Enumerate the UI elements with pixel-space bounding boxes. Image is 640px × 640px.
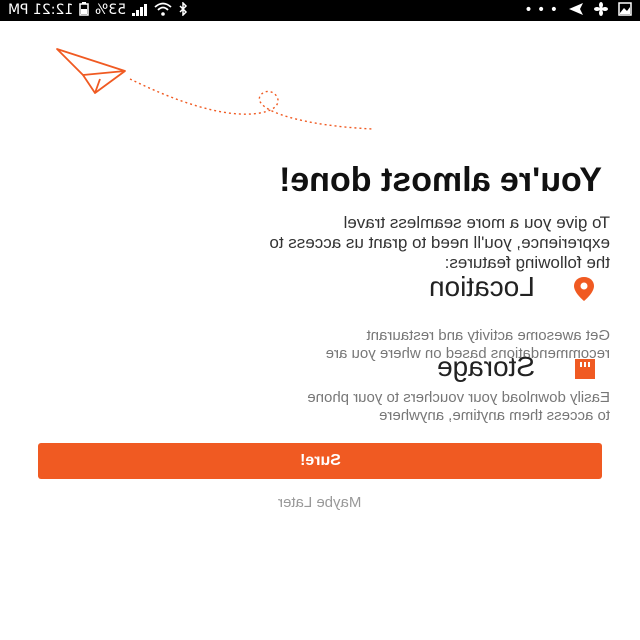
intro-line: the following features: [444, 253, 610, 272]
paper-plane-illustration [56, 48, 374, 130]
signal-icon [132, 2, 148, 19]
battery-icon [79, 2, 90, 19]
maybe-later-link[interactable]: Maybe Later [0, 494, 640, 511]
feature-desc-line: to access them anytime, anywhere [379, 407, 610, 424]
location-pin-icon [570, 275, 598, 303]
intro-line: exprerience, you'll need to grant us acc… [269, 233, 610, 252]
sure-button-label: Sure! [299, 452, 341, 469]
flight-path [129, 78, 374, 130]
permission-screen: You're almost done! To give you a more s… [0, 21, 640, 640]
wifi-icon [154, 2, 173, 19]
fan-icon [594, 2, 608, 19]
feature-desc-line: Get awesome activity and restaurant [366, 327, 610, 344]
status-bar: 12:21 PM 53% • • • [0, 0, 640, 21]
send-icon [568, 2, 584, 19]
status-bar-left: 12:21 PM 53% [8, 1, 188, 19]
maybe-later-label: Maybe Later [278, 494, 362, 511]
intro-text: To give you a more seamless travel expre… [50, 213, 610, 273]
feature-storage-desc: Easily download your vouchers to your ph… [50, 389, 610, 425]
image-icon [618, 2, 632, 19]
paper-plane-icon [56, 48, 126, 94]
sd-card-icon [572, 357, 598, 381]
status-bar-right: • • • [524, 2, 632, 19]
battery-percent: 53% [95, 2, 127, 18]
page-title: You're almost done! [279, 161, 602, 199]
intro-line: To give you a more seamless travel [343, 213, 610, 232]
feature-location-title: Location [429, 271, 535, 302]
feature-desc-line: Easily download your vouchers to your ph… [307, 389, 610, 406]
sure-button[interactable]: Sure! [38, 443, 602, 479]
bluetooth-icon [178, 1, 188, 19]
overflow-dots: • • • [524, 2, 558, 18]
status-time: 12:21 PM [8, 2, 74, 18]
feature-storage-title: Storage [436, 351, 535, 382]
